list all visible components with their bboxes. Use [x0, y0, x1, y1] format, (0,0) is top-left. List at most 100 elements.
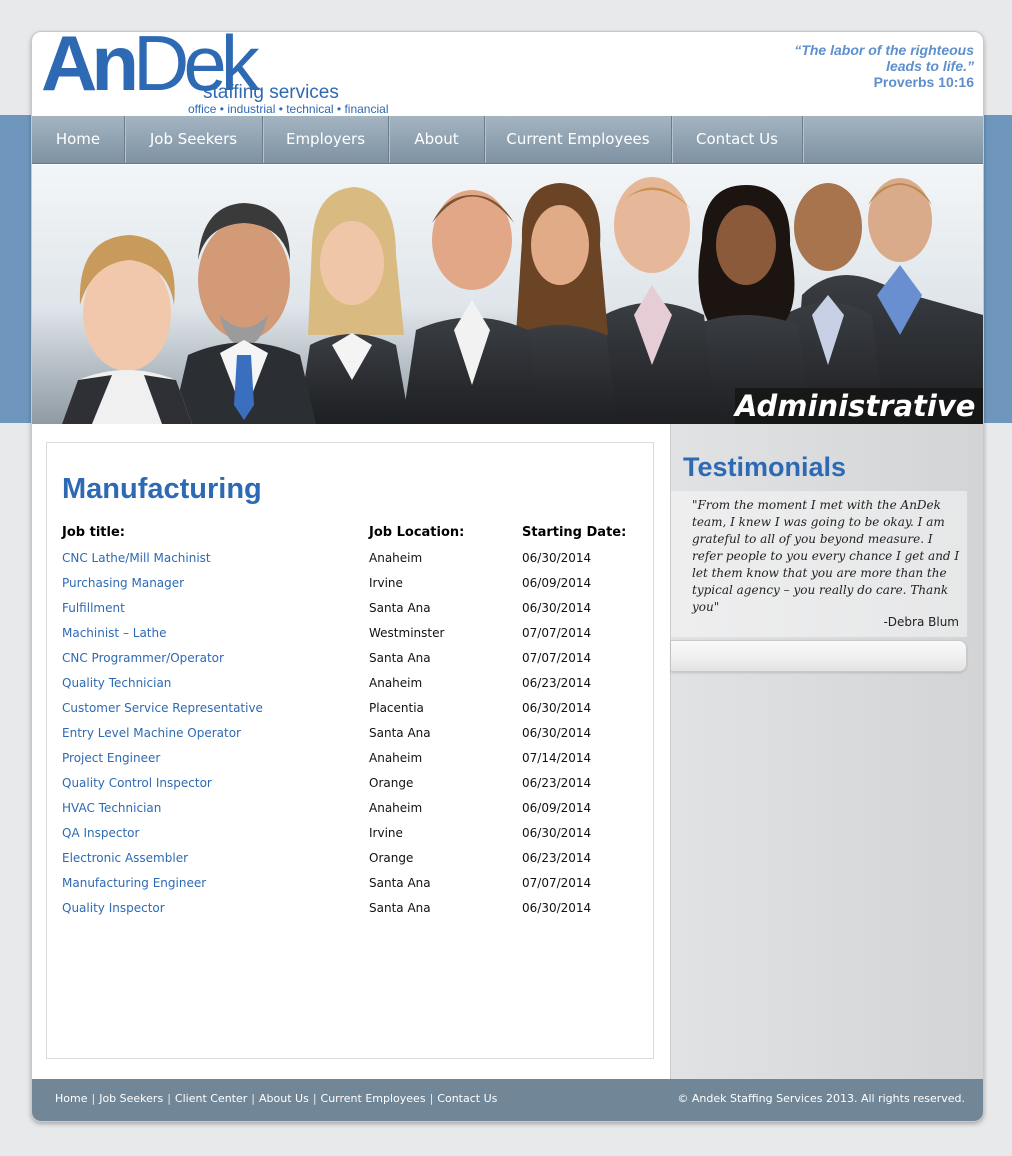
job-start-date: 06/30/2014	[522, 901, 592, 915]
column-header-job-title: Job title:	[62, 525, 125, 540]
testimonials-title: Testimonials	[683, 452, 847, 482]
job-location: Anaheim	[369, 676, 423, 690]
job-location: Anaheim	[369, 551, 423, 565]
job-start-date: 07/14/2014	[522, 751, 592, 765]
job-row: Machinist – Lathe Westminster 07/07/2014	[47, 624, 653, 649]
hero-banner: Administrative	[32, 165, 983, 424]
nav-home[interactable]: Home	[32, 116, 125, 163]
job-location: Anaheim	[369, 751, 423, 765]
column-header-starting-date: Starting Date:	[522, 525, 627, 540]
site-footer: Home | Job Seekers | Client Center | About Us |…	[32, 1079, 983, 1121]
andek-logo[interactable]: AnDek staffing services office • industr…	[41, 32, 416, 116]
job-start-date: 07/07/2014	[522, 626, 592, 640]
job-location: Anaheim	[369, 801, 423, 815]
footer-link-contact-us[interactable]: Contact Us	[437, 1092, 497, 1105]
job-location: Santa Ana	[369, 601, 431, 615]
job-row: Project Engineer Anaheim 07/14/2014	[47, 749, 653, 774]
footer-link-about-us[interactable]: About Us	[259, 1092, 309, 1105]
footer-link-client-center[interactable]: Client Center	[175, 1092, 247, 1105]
testimonial-author: -Debra Blum	[883, 615, 959, 629]
job-start-date: 07/07/2014	[522, 876, 592, 890]
job-location: Westminster	[369, 626, 445, 640]
footer-separator: |	[312, 1092, 317, 1105]
job-start-date: 06/30/2014	[522, 601, 592, 615]
job-row: HVAC Technician Anaheim 06/09/2014	[47, 799, 653, 824]
header-quote: “The labor of the righteous leads to lif…	[794, 42, 974, 90]
quote-line-1: “The labor of the righteous	[794, 42, 974, 58]
job-title-link[interactable]: CNC Lathe/Mill Machinist	[62, 549, 211, 567]
job-title-link[interactable]: Project Engineer	[62, 749, 160, 767]
job-title-link[interactable]: Electronic Assembler	[62, 849, 188, 867]
job-start-date: 06/30/2014	[522, 826, 592, 840]
footer-link-job-seekers[interactable]: Job Seekers	[99, 1092, 163, 1105]
job-start-date: 06/09/2014	[522, 576, 592, 590]
quote-line-2: leads to life.”	[886, 58, 974, 74]
job-title-link[interactable]: Fulfillment	[62, 599, 125, 617]
job-location: Placentia	[369, 701, 424, 715]
job-title-link[interactable]: Quality Technician	[62, 674, 171, 692]
column-header-job-location: Job Location:	[369, 525, 465, 540]
job-location: Santa Ana	[369, 876, 431, 890]
job-title-link[interactable]: Customer Service Representative	[62, 699, 263, 717]
job-location: Irvine	[369, 826, 403, 840]
job-row: Electronic Assembler Orange 06/23/2014	[47, 849, 653, 874]
page-container: AnDek staffing services office • industr…	[31, 31, 984, 1122]
job-listing-panel: Manufacturing Job title: Job Location: S…	[46, 442, 654, 1059]
job-list: CNC Lathe/Mill Machinist Anaheim 06/30/201…	[47, 549, 653, 924]
job-start-date: 06/30/2014	[522, 726, 592, 740]
job-row: Fulfillment Santa Ana 06/30/2014	[47, 599, 653, 624]
main-nav: Home Job Seekers Employers About Current…	[32, 116, 983, 164]
testimonial-footer-bar	[671, 640, 967, 672]
job-title-link[interactable]: CNC Programmer/Operator	[62, 649, 224, 667]
quote-reference: Proverbs 10:16	[873, 74, 974, 90]
job-row: QA Inspector Irvine 06/30/2014	[47, 824, 653, 849]
job-row: CNC Programmer/Operator Santa Ana 07/07/20…	[47, 649, 653, 674]
job-start-date: 06/09/2014	[522, 801, 592, 815]
footer-link-home[interactable]: Home	[55, 1092, 87, 1105]
job-title-link[interactable]: Entry Level Machine Operator	[62, 724, 241, 742]
nav-employers[interactable]: Employers	[263, 116, 389, 163]
nav-job-seekers[interactable]: Job Seekers	[125, 116, 263, 163]
job-row: Quality Control Inspector Orange 06/23/201…	[47, 774, 653, 799]
job-row: Purchasing Manager Irvine 06/09/2014	[47, 574, 653, 599]
job-location: Irvine	[369, 576, 403, 590]
job-row: Entry Level Machine Operator Santa Ana 06/…	[47, 724, 653, 749]
hero-team-photo	[62, 177, 983, 424]
job-start-date: 06/23/2014	[522, 676, 592, 690]
footer-links: Home | Job Seekers | Client Center | About Us |…	[55, 1092, 497, 1105]
logo-tagline: staffing services	[203, 82, 339, 103]
job-start-date: 06/30/2014	[522, 551, 592, 565]
testimonial-box: "From the moment I met with the AnDek te…	[671, 491, 967, 637]
testimonials-sidebar: Testimonials "From the moment I met with…	[670, 424, 983, 1079]
job-title-link[interactable]: QA Inspector	[62, 824, 139, 842]
nav-contact-us[interactable]: Contact Us	[672, 116, 803, 163]
job-row: Quality Technician Anaheim 06/23/2014	[47, 674, 653, 699]
job-location: Santa Ana	[369, 651, 431, 665]
job-title-link[interactable]: Quality Inspector	[62, 899, 165, 917]
copyright-text: © Andek Staffing Services 2013. All righ…	[677, 1092, 965, 1105]
job-title-link[interactable]: Quality Control Inspector	[62, 774, 212, 792]
job-location: Santa Ana	[369, 726, 431, 740]
footer-separator: |	[429, 1092, 434, 1105]
nav-current-employees[interactable]: Current Employees	[485, 116, 672, 163]
hero-caption: Administrative	[735, 388, 983, 424]
job-row: CNC Lathe/Mill Machinist Anaheim 06/30/201…	[47, 549, 653, 574]
job-title-link[interactable]: Manufacturing Engineer	[62, 874, 206, 892]
job-location: Santa Ana	[369, 901, 431, 915]
job-location: Orange	[369, 776, 414, 790]
job-start-date: 06/23/2014	[522, 851, 592, 865]
job-start-date: 07/07/2014	[522, 651, 592, 665]
job-row: Manufacturing Engineer Santa Ana 07/07/201…	[47, 874, 653, 899]
footer-separator: |	[91, 1092, 96, 1105]
job-title-link[interactable]: HVAC Technician	[62, 799, 161, 817]
job-start-date: 06/23/2014	[522, 776, 592, 790]
job-title-link[interactable]: Machinist – Lathe	[62, 624, 167, 642]
footer-link-current-employees[interactable]: Current Employees	[321, 1092, 426, 1105]
job-start-date: 06/30/2014	[522, 701, 592, 715]
footer-separator: |	[167, 1092, 171, 1105]
job-title-link[interactable]: Purchasing Manager	[62, 574, 184, 592]
nav-about[interactable]: About	[389, 116, 485, 163]
job-row: Customer Service Representative Placentia…	[47, 699, 653, 724]
logo-an: An	[41, 31, 139, 107]
page-title: Manufacturing	[62, 473, 262, 505]
